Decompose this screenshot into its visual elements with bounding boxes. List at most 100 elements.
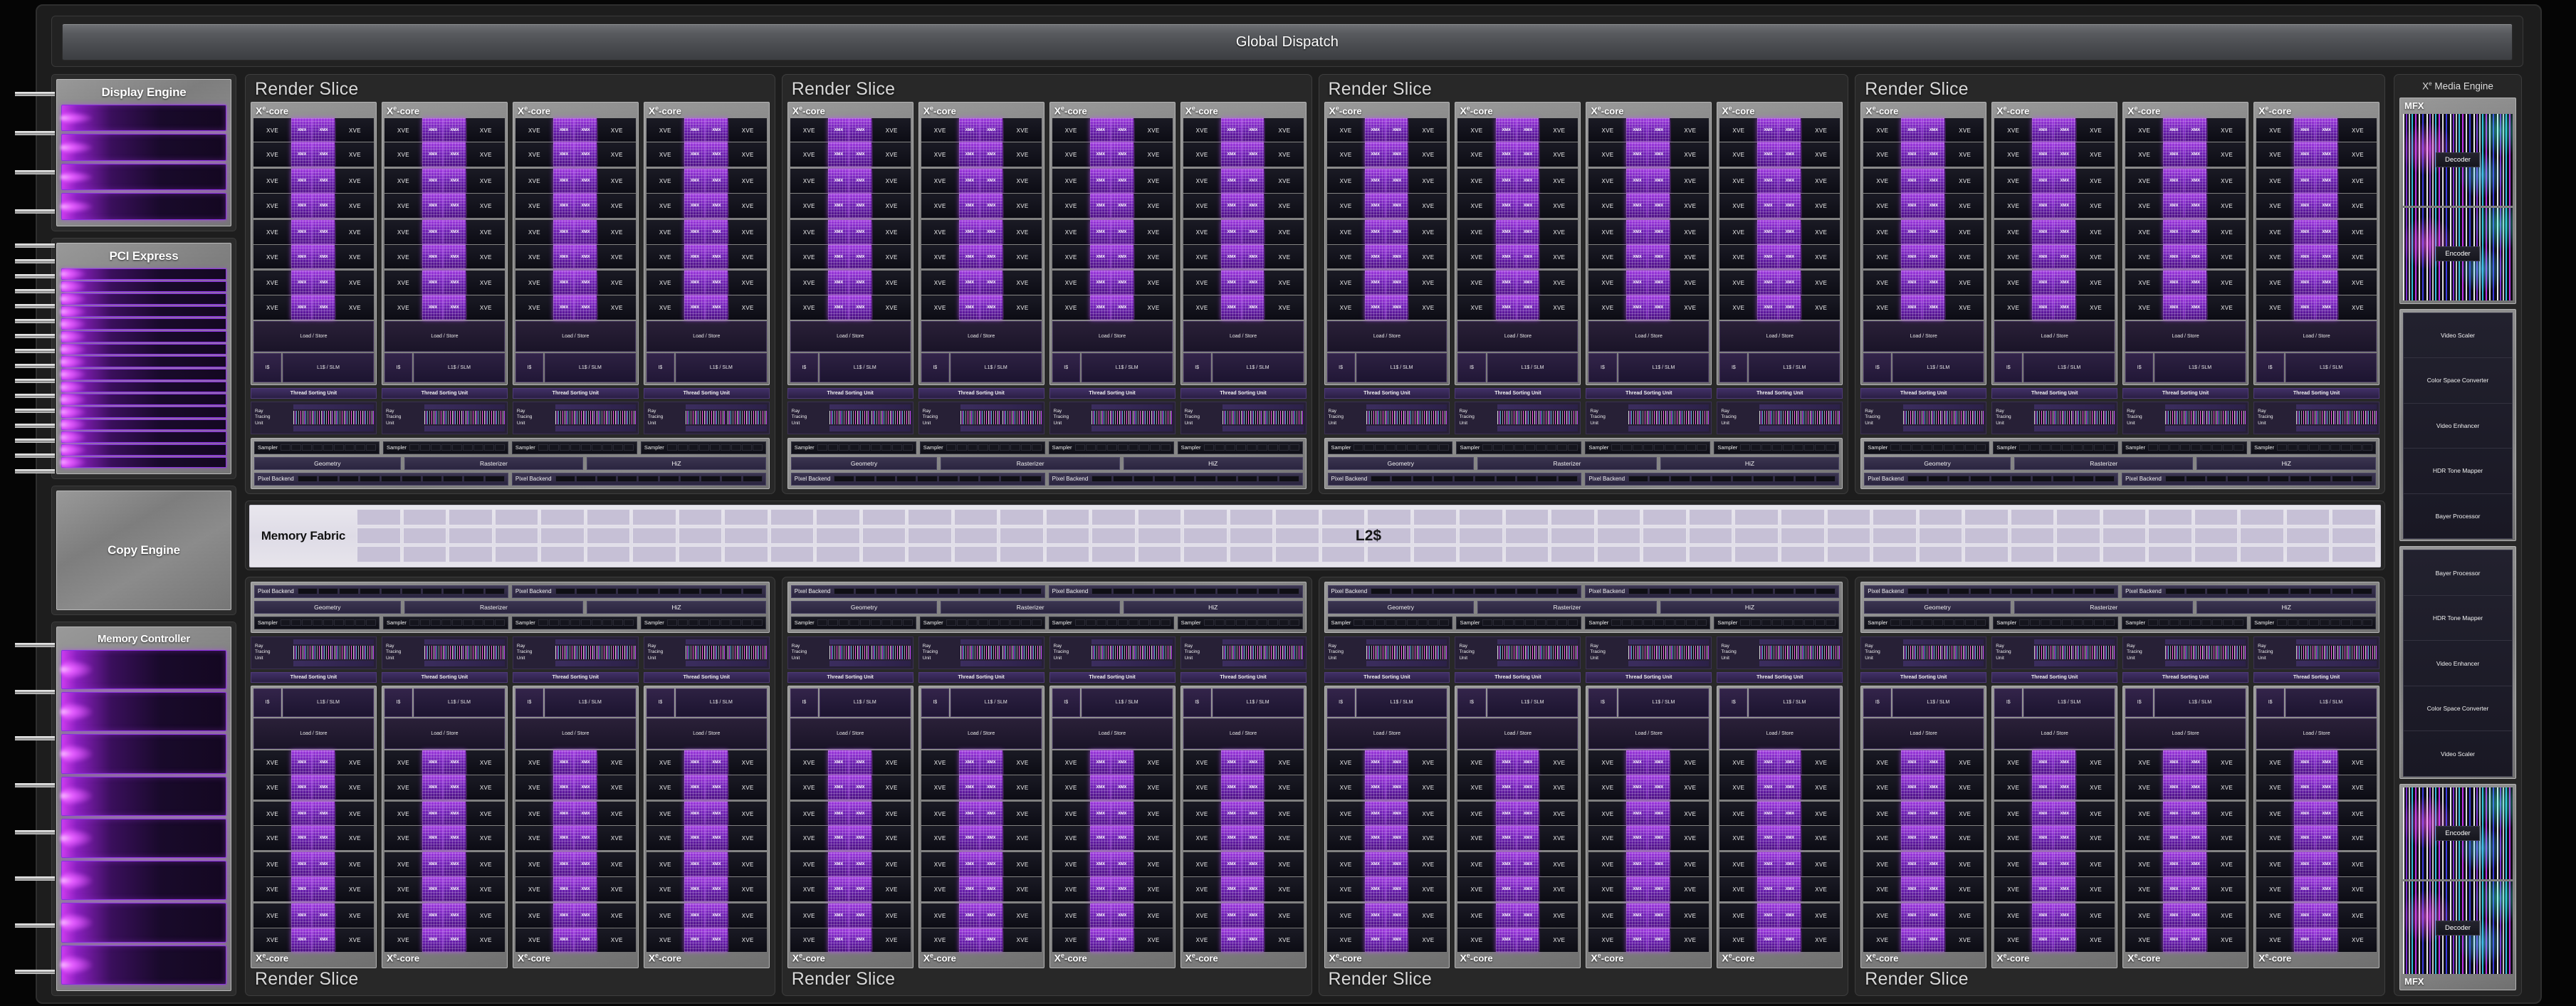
- cell: [896, 476, 916, 483]
- cell: [1675, 619, 1685, 627]
- matrix-engine: XMX: [553, 826, 575, 850]
- xe-core: Xe-coreXVEXMXXMXXVEXVEXMXXMXXVEXVEXMXXMX…: [1324, 102, 1450, 385]
- global-dispatch-block: Global Dispatch: [62, 23, 2513, 61]
- vector-engine-row: XVEXMXXMXXVE: [1588, 295, 1709, 320]
- vector-engine-pair: XVEXMXXMXXVEXVEXMXXMXXVE: [646, 271, 767, 320]
- matrix-engine: XMX: [1365, 142, 1386, 167]
- matrix-engine: XMX: [1111, 118, 1133, 142]
- rtu-sparkline: [1801, 411, 1840, 424]
- matrix-engine: XMX: [706, 142, 727, 167]
- matrix-engine: XMX: [313, 802, 334, 826]
- sampler: Sampler: [2251, 441, 2376, 454]
- xe-core-body: XVEXMXXMXXVEXVEXMXXMXXVEXVEXMXXMXXVEXVEX…: [1183, 688, 1304, 953]
- cell: [2248, 588, 2268, 595]
- video-processing-item: Video Enhancer: [2404, 404, 2512, 449]
- render-slice: Render SliceXe-coreXVEXMXXMXXVEXVEXMXXMX…: [1319, 74, 1849, 494]
- rtu-sparkline: [686, 646, 725, 659]
- vector-engine-row: XVEXMXXMXXVE: [2256, 852, 2377, 876]
- matrix-engine: XMX: [1923, 826, 1944, 850]
- xe-core-title-suffix: -core: [2007, 106, 2030, 117]
- vector-engine: XVE: [1135, 220, 1173, 244]
- sampler: Sampler: [1864, 441, 1989, 454]
- vector-engine-row: XVEXMXXMXXVE: [1052, 118, 1173, 142]
- vector-engine: XVE: [336, 220, 374, 244]
- vector-engine: XVE: [1946, 802, 1984, 826]
- ray-tracing-unit-graphic: [1222, 639, 1303, 666]
- ray-tracing-unit-label-line: Ray: [1590, 644, 1626, 649]
- l2-cache-cell: [1321, 546, 1366, 562]
- matrix-engine: XMX: [849, 775, 871, 800]
- vector-engine-row: XVEXMXXMXXVE: [2256, 295, 2377, 320]
- instruction-cache: I$: [253, 353, 281, 382]
- cell: [555, 476, 575, 483]
- io-block-display-engine: Display Engine: [51, 74, 236, 231]
- cell: [849, 619, 859, 627]
- vector-engine: XVE: [1409, 220, 1447, 244]
- cell: [1086, 444, 1096, 451]
- matrix-engine: XMX: [1648, 118, 1670, 142]
- rtu-spark-row: [1903, 646, 1984, 659]
- cell: [743, 476, 763, 483]
- ray-tracing-unit-graphic: [686, 404, 766, 431]
- vector-engine: XVE: [1327, 826, 1365, 850]
- matrix-engine: XMX: [1779, 118, 1801, 142]
- l2-cache-cell: [1230, 509, 1274, 525]
- vector-engine: XVE: [1671, 245, 1709, 269]
- matrix-engine: XMX: [706, 928, 727, 953]
- vector-engine: XVE: [873, 802, 911, 826]
- cell: [2032, 588, 2052, 595]
- vector-engine-pair: XVEXMXXMXXVEXVEXMXXMXXVE: [1719, 118, 1840, 167]
- ray-tracing-unit-graphic: [1091, 639, 1172, 666]
- cell: [1557, 444, 1567, 451]
- cell: [1257, 444, 1267, 451]
- vector-engine-row: XVEXMXXMXXVE: [1994, 928, 2115, 953]
- vector-engine: XVE: [1946, 852, 1984, 876]
- xe-core-title-suffix: -core: [1470, 106, 1493, 117]
- xe-core-column: Xe-coreXVEXMXXMXXVEXVEXMXXMXXVEXVEXMXXMX…: [1180, 102, 1307, 434]
- ray-tracing-unit-label-line: Unit: [1590, 421, 1626, 426]
- vector-engine-pair: XVEXMXXMXXVEXVEXMXXMXXVE: [1994, 802, 2115, 851]
- matrix-engine: XMX: [291, 928, 313, 953]
- matrix-engine: XMX: [2032, 220, 2053, 244]
- geometry-row: GeometryRasterizerHiZ: [254, 457, 766, 470]
- vector-engine-pair: XVEXMXXMXXVEXVEXMXXMXXVE: [921, 169, 1042, 218]
- vector-engine-pair: XVEXMXXMXXVEXVEXMXXMXXVE: [2256, 271, 2377, 320]
- l1-cache-slm: L1$ / SLM: [951, 353, 1042, 382]
- xe-core-title-suffix: -core: [659, 106, 681, 117]
- vector-engine: XVE: [1183, 877, 1221, 901]
- cell: [1991, 588, 2011, 595]
- instruction-cache: I$: [790, 353, 818, 382]
- l2-cache-cell: [449, 528, 493, 544]
- vector-engine: XVE: [1135, 271, 1173, 295]
- vector-engine-row: XVEXMXXMXXVE: [1052, 750, 1173, 775]
- l2-cache-cell: [1505, 528, 1549, 544]
- cell: [1000, 588, 1020, 595]
- matrix-engine: XMX: [1626, 775, 1648, 800]
- instruction-cache: I$: [384, 353, 412, 382]
- cell: [1258, 588, 1278, 595]
- vector-engine-row: XVEXMXXMXXVE: [1327, 750, 1447, 775]
- vector-engine-pair: XVEXMXXMXXVEXVEXMXXMXXVE: [2125, 118, 2246, 167]
- vector-engine-row: XVEXMXXMXXVE: [1457, 194, 1578, 218]
- cell: [1933, 444, 1943, 451]
- vector-engine-grid: XVEXMXXMXXVEXVEXMXXMXXVEXVEXMXXMXXVEXVEX…: [1719, 750, 1840, 952]
- vector-engine-row: XVEXMXXMXXVE: [515, 852, 636, 876]
- matrix-engine: XMX: [2185, 903, 2206, 928]
- thread-sorting-unit: Thread Sorting Unit: [1717, 388, 1843, 399]
- cell: [1740, 619, 1750, 627]
- vector-engine: XVE: [790, 142, 828, 167]
- cell: [1568, 444, 1578, 451]
- instruction-cache: I$: [1052, 688, 1080, 718]
- matrix-engine: XMX: [1221, 169, 1242, 193]
- cell: [339, 476, 359, 483]
- matrix-engine: XMX: [1923, 194, 1944, 218]
- vector-engine: XVE: [1994, 220, 2032, 244]
- vector-engine-pair: XVEXMXXMXXVEXVEXMXXMXXVE: [2125, 802, 2246, 851]
- cell: [876, 588, 896, 595]
- vector-engine-row: XVEXMXXMXXVE: [1863, 118, 1984, 142]
- io-pin: [15, 92, 55, 96]
- xe-core-group: Xe-coreXVEXMXXMXXVEXVEXMXXMXXVEXVEXMXXMX…: [787, 636, 1307, 969]
- vector-engine: XVE: [1183, 903, 1221, 928]
- matrix-engine: XMX: [1221, 903, 1242, 928]
- lane: [61, 382, 226, 393]
